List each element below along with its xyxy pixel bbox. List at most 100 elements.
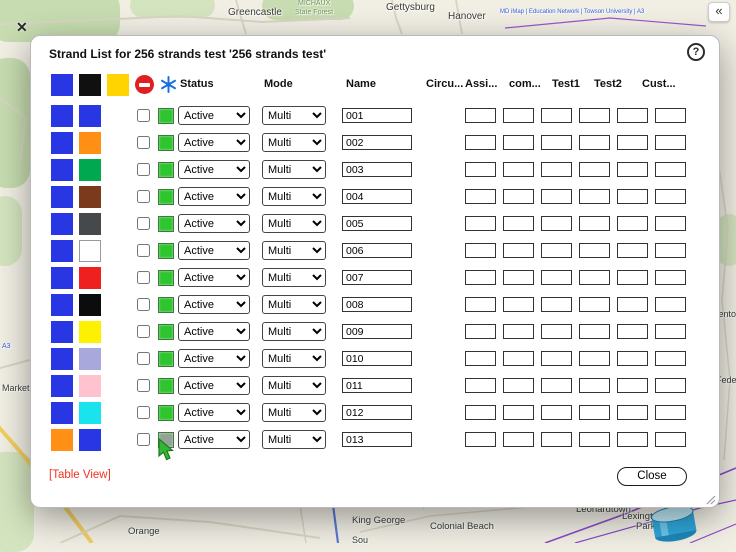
row-select-checkbox[interactable] — [137, 325, 150, 338]
attribute-input[interactable] — [465, 135, 496, 150]
name-input[interactable] — [342, 432, 412, 447]
attribute-input[interactable] — [617, 108, 648, 123]
mode-select[interactable]: Multi — [262, 322, 326, 341]
attribute-input[interactable] — [541, 432, 572, 447]
row-select-checkbox[interactable] — [137, 217, 150, 230]
highlight-button[interactable] — [158, 243, 174, 259]
row-select-checkbox[interactable] — [137, 298, 150, 311]
attribute-input[interactable] — [541, 270, 572, 285]
table-view-link[interactable]: [Table View] — [49, 469, 111, 481]
attribute-input[interactable] — [541, 405, 572, 420]
highlight-button[interactable] — [158, 378, 174, 394]
collapse-panel-button[interactable]: « — [708, 2, 730, 22]
attribute-input[interactable] — [655, 351, 686, 366]
attribute-input[interactable] — [617, 324, 648, 339]
status-select[interactable]: Active — [178, 106, 250, 125]
attribute-input[interactable] — [503, 135, 534, 150]
attribute-input[interactable] — [617, 189, 648, 204]
attribute-input[interactable] — [655, 405, 686, 420]
status-select[interactable]: Active — [178, 403, 250, 422]
attribute-input[interactable] — [465, 378, 496, 393]
attribute-input[interactable] — [541, 324, 572, 339]
attribute-input[interactable] — [465, 189, 496, 204]
attribute-input[interactable] — [541, 243, 572, 258]
highlight-button[interactable] — [158, 324, 174, 340]
mode-select[interactable]: Multi — [262, 214, 326, 233]
status-select[interactable]: Active — [178, 376, 250, 395]
highlight-button[interactable] — [158, 162, 174, 178]
name-input[interactable] — [342, 270, 412, 285]
attribute-input[interactable] — [541, 135, 572, 150]
no-entry-icon[interactable] — [135, 75, 154, 94]
attribute-input[interactable] — [579, 162, 610, 177]
attribute-input[interactable] — [503, 243, 534, 258]
row-select-checkbox[interactable] — [137, 433, 150, 446]
status-select[interactable]: Active — [178, 430, 250, 449]
name-input[interactable] — [342, 108, 412, 123]
row-select-checkbox[interactable] — [137, 271, 150, 284]
attribute-input[interactable] — [503, 405, 534, 420]
name-input[interactable] — [342, 297, 412, 312]
row-select-checkbox[interactable] — [137, 244, 150, 257]
status-select[interactable]: Active — [178, 349, 250, 368]
attribute-input[interactable] — [465, 405, 496, 420]
attribute-input[interactable] — [579, 351, 610, 366]
attribute-input[interactable] — [503, 297, 534, 312]
attribute-input[interactable] — [617, 351, 648, 366]
resize-handle[interactable] — [704, 493, 716, 505]
attribute-input[interactable] — [579, 108, 610, 123]
status-select[interactable]: Active — [178, 241, 250, 260]
highlight-button[interactable] — [158, 135, 174, 151]
attribute-input[interactable] — [465, 108, 496, 123]
mode-select[interactable]: Multi — [262, 133, 326, 152]
row-select-checkbox[interactable] — [137, 190, 150, 203]
status-select[interactable]: Active — [178, 268, 250, 287]
mode-select[interactable]: Multi — [262, 106, 326, 125]
row-select-checkbox[interactable] — [137, 109, 150, 122]
attribute-input[interactable] — [503, 351, 534, 366]
mode-select[interactable]: Multi — [262, 403, 326, 422]
highlight-button[interactable] — [158, 270, 174, 286]
attribute-input[interactable] — [465, 297, 496, 312]
mode-select[interactable]: Multi — [262, 376, 326, 395]
attribute-input[interactable] — [465, 351, 496, 366]
status-select[interactable]: Active — [178, 295, 250, 314]
attribute-input[interactable] — [617, 162, 648, 177]
attribute-input[interactable] — [617, 135, 648, 150]
row-select-checkbox[interactable] — [137, 406, 150, 419]
attribute-input[interactable] — [579, 297, 610, 312]
attribute-input[interactable] — [465, 324, 496, 339]
attribute-input[interactable] — [579, 405, 610, 420]
name-input[interactable] — [342, 351, 412, 366]
attribute-input[interactable] — [541, 378, 572, 393]
attribute-input[interactable] — [579, 189, 610, 204]
mode-select[interactable]: Multi — [262, 160, 326, 179]
attribute-input[interactable] — [617, 378, 648, 393]
status-select[interactable]: Active — [178, 160, 250, 179]
status-select[interactable]: Active — [178, 187, 250, 206]
panel-close-icon[interactable]: ✕ — [16, 19, 28, 36]
attribute-input[interactable] — [655, 108, 686, 123]
close-button[interactable]: Close — [617, 467, 687, 486]
attribute-input[interactable] — [541, 297, 572, 312]
highlight-button[interactable] — [158, 351, 174, 367]
tube-color-filter-swatch[interactable] — [51, 74, 73, 96]
attribute-input[interactable] — [579, 243, 610, 258]
yellow-filter-swatch[interactable] — [107, 74, 129, 96]
attribute-input[interactable] — [655, 324, 686, 339]
attribute-input[interactable] — [579, 216, 610, 231]
status-select[interactable]: Active — [178, 322, 250, 341]
name-input[interactable] — [342, 324, 412, 339]
name-input[interactable] — [342, 162, 412, 177]
highlight-button[interactable] — [158, 297, 174, 313]
fiber-color-filter-swatch[interactable] — [79, 74, 101, 96]
name-input[interactable] — [342, 216, 412, 231]
mode-select[interactable]: Multi — [262, 268, 326, 287]
attribute-input[interactable] — [465, 216, 496, 231]
row-select-checkbox[interactable] — [137, 352, 150, 365]
attribute-input[interactable] — [655, 243, 686, 258]
mode-select[interactable]: Multi — [262, 295, 326, 314]
attribute-input[interactable] — [617, 243, 648, 258]
highlight-button[interactable] — [158, 405, 174, 421]
attribute-input[interactable] — [579, 135, 610, 150]
